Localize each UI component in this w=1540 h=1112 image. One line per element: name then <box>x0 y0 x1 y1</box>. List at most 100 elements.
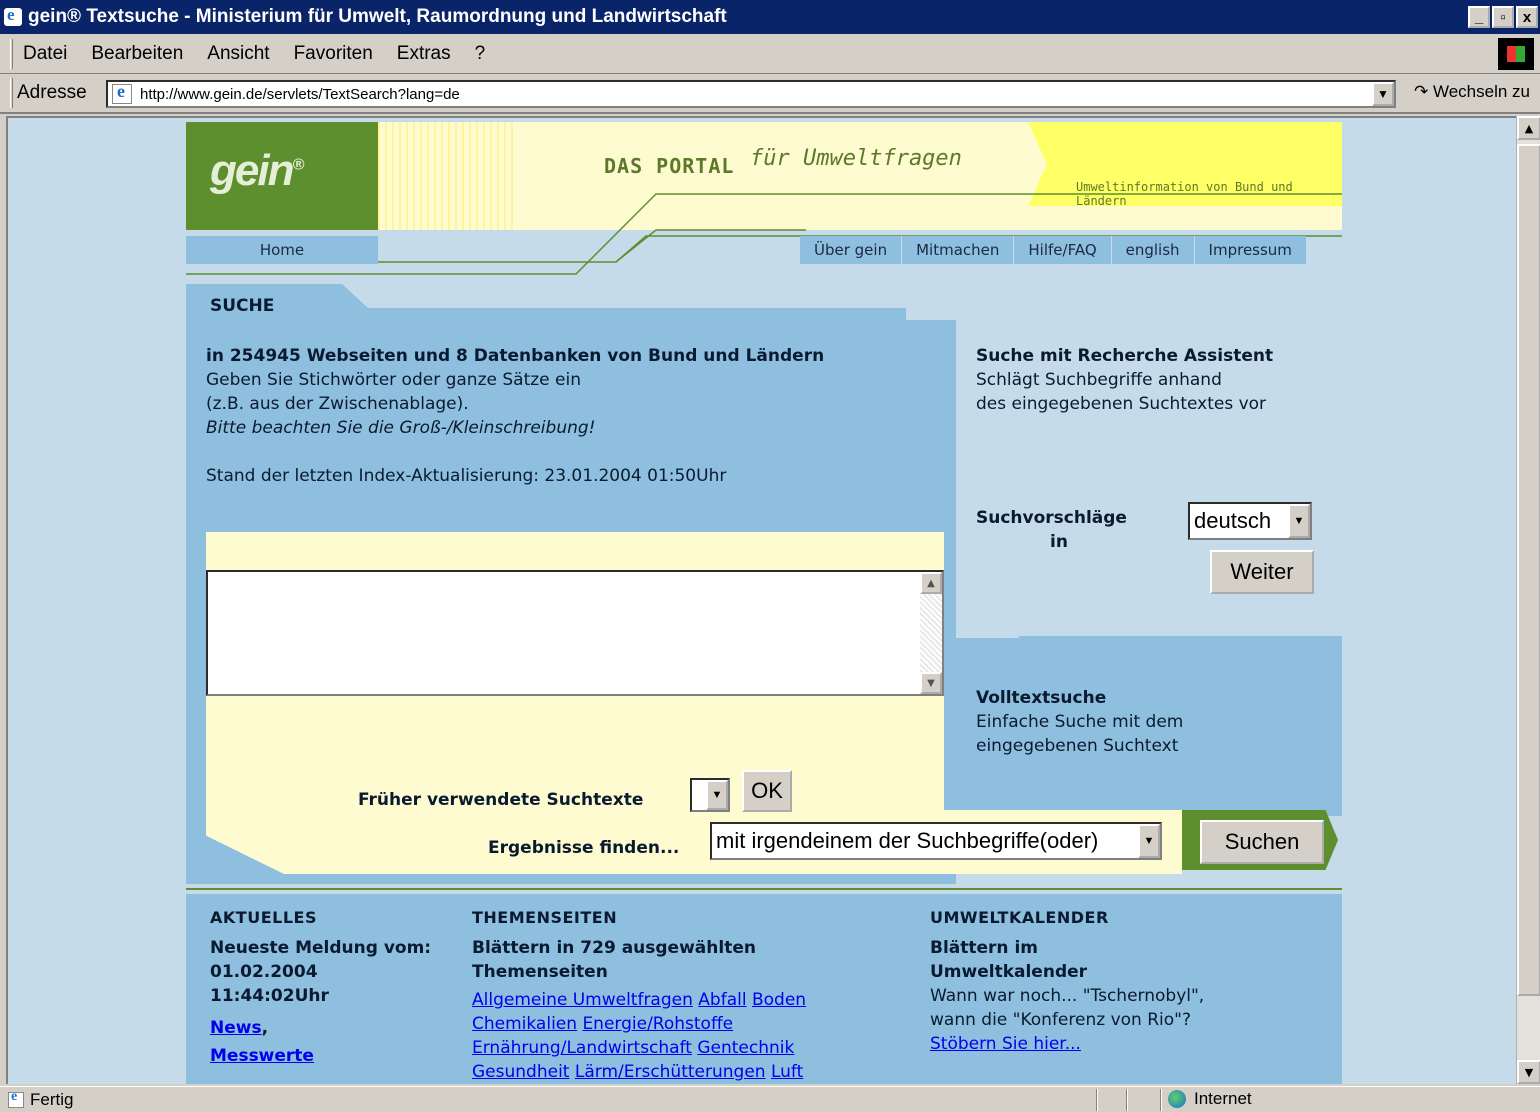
messwerte-link[interactable]: Messwerte <box>210 1046 314 1066</box>
nav-home[interactable]: Home <box>186 236 378 264</box>
scroll-up-icon[interactable]: ▲ <box>920 572 942 594</box>
nav-ueber-gein[interactable]: Über gein <box>800 236 903 264</box>
kalender-link-row: Stöbern Sie hier... <box>930 1032 1081 1056</box>
close-button[interactable]: x <box>1516 6 1538 28</box>
history-label: Früher verwendete Suchtexte <box>358 790 644 810</box>
nav-impressum[interactable]: Impressum <box>1195 236 1306 264</box>
scroll-down-icon[interactable]: ▼ <box>920 672 942 694</box>
toolbar-grip[interactable] <box>10 38 13 69</box>
search-note: Bitte beachten Sie die Groß-/Kleinschrei… <box>206 418 596 438</box>
go-label: Wechseln zu <box>1432 82 1530 101</box>
themen-line-1: Blättern in 729 ausgewählten <box>472 938 756 958</box>
kalender-link[interactable]: Stöbern Sie hier... <box>930 1034 1081 1054</box>
news-link-row: News, <box>210 1018 269 1038</box>
address-bar: Adresse http://www.gein.de/servlets/Text… <box>0 74 1540 114</box>
menu-ansicht[interactable]: Ansicht <box>207 43 269 65</box>
topic-link[interactable]: Allgemeine Umweltfragen <box>472 990 693 1010</box>
aktuelles-line-3: 11:44:02Uhr <box>210 986 329 1006</box>
topic-link[interactable]: Chemikalien <box>472 1014 577 1034</box>
header-info: Umweltinformation von Bund und Ländern <box>1076 180 1293 208</box>
topic-link[interactable]: Gentechnik <box>697 1038 794 1058</box>
messwerte-row: Messwerte <box>210 1044 314 1068</box>
search-headline: in 254945 Webseiten und 8 Datenbanken vo… <box>206 346 825 366</box>
kalender-line-3: Wann war noch... "Tschernobyl", <box>930 986 1205 1006</box>
topic-link[interactable]: Abfall <box>698 990 746 1010</box>
section-title: SUCHE <box>210 296 275 316</box>
kalender-line-2: Umweltkalender <box>930 962 1088 982</box>
lang-label: Suchvorschläge <box>976 508 1127 528</box>
kalender-line-4: wann die "Konferenz von Rio"? <box>930 1010 1191 1030</box>
results-mode-select[interactable]: mit irgendeinem der Suchbegriffe(oder) ▼ <box>710 822 1162 860</box>
windows-logo-icon <box>1498 38 1534 70</box>
nav-english[interactable]: english <box>1112 236 1195 264</box>
nav-mitmachen[interactable]: Mitmachen <box>902 236 1015 264</box>
menu-datei[interactable]: Datei <box>23 43 67 65</box>
status-bar: Fertig Internet <box>0 1086 1540 1112</box>
ok-button[interactable]: OK <box>742 770 792 812</box>
menu-bearbeiten[interactable]: Bearbeiten <box>91 43 183 65</box>
aktuelles-line-2: 01.02.2004 <box>210 962 318 982</box>
page-icon <box>8 1089 24 1108</box>
gein-logo[interactable]: gein® <box>186 122 378 230</box>
themen-links: Allgemeine Umweltfragen Abfall Boden Che… <box>472 988 872 1084</box>
scroll-down-icon[interactable]: ▼ <box>1517 1060 1540 1084</box>
globe-icon <box>1168 1090 1186 1108</box>
page-icon <box>112 81 132 104</box>
themen-line-2: Themenseiten <box>472 962 608 982</box>
security-zone: Internet <box>1168 1089 1252 1109</box>
language-select[interactable]: deutsch ▼ <box>1188 502 1312 540</box>
index-date: Stand der letzten Index-Aktualisierung: … <box>206 466 727 486</box>
gein-logo-text: gein® <box>210 146 304 195</box>
results-label: Ergebnisse finden... <box>488 838 680 858</box>
zone-label: Internet <box>1194 1089 1252 1108</box>
suche-tab <box>186 284 906 324</box>
address-input[interactable]: http://www.gein.de/servlets/TextSearch?l… <box>106 80 1396 108</box>
topic-link[interactable]: Ernährung/Landwirtschaft <box>472 1038 692 1058</box>
browser-viewport: gein® DAS PORTAL für Umweltfragen Umwelt… <box>6 116 1516 1084</box>
topic-link[interactable]: Luft <box>771 1062 803 1082</box>
history-select[interactable]: ▼ <box>690 778 730 812</box>
weiter-button[interactable]: Weiter <box>1210 550 1314 594</box>
topic-link[interactable]: Boden <box>752 990 806 1010</box>
search-hint-2: (z.B. aus der Zwischenablage). <box>206 394 469 414</box>
portal-label: DAS PORTAL <box>604 154 735 178</box>
news-link[interactable]: News <box>210 1018 262 1038</box>
toolbar-grip[interactable] <box>10 78 13 108</box>
menu-help[interactable]: ? <box>475 43 486 65</box>
nav-hilfe-faq[interactable]: Hilfe/FAQ <box>1014 236 1112 264</box>
menu-bar: Datei Bearbeiten Ansicht Favoriten Extra… <box>0 34 1540 74</box>
page-scrollbar[interactable]: ▲ ▼ <box>1516 116 1540 1084</box>
search-textarea[interactable]: ▲ ▼ <box>206 570 944 696</box>
lang-label-in: in <box>1050 532 1068 552</box>
page-content: gein® DAS PORTAL für Umweltfragen Umwelt… <box>186 122 1342 1084</box>
topic-link[interactable]: Energie/Rohstoffe <box>582 1014 733 1034</box>
status-divider <box>1160 1089 1162 1111</box>
window-title-bar: gein® Textsuche - Ministerium für Umwelt… <box>0 0 1540 34</box>
address-url: http://www.gein.de/servlets/TextSearch?l… <box>140 85 460 103</box>
topic-link[interactable]: Lärm/Erschütterungen <box>575 1062 766 1082</box>
textarea-scrollbar[interactable]: ▲ ▼ <box>920 572 942 694</box>
topic-link[interactable]: Gesundheit <box>472 1062 569 1082</box>
aktuelles-heading: AKTUELLES <box>210 908 317 927</box>
scroll-up-icon[interactable]: ▲ <box>1517 116 1540 140</box>
chevron-down-icon[interactable]: ▼ <box>1138 824 1160 858</box>
maximize-button[interactable]: ▫ <box>1492 6 1514 28</box>
scroll-thumb[interactable] <box>1517 144 1540 996</box>
fulltext-title: Volltextsuche <box>976 688 1107 708</box>
fulltext-desc-2: eingegebenen Suchtext <box>976 736 1179 756</box>
address-dropdown-button[interactable]: ▼ <box>1372 82 1394 106</box>
assistant-title: Suche mit Recherche Assistent <box>976 346 1274 366</box>
search-button[interactable]: Suchen <box>1200 820 1324 864</box>
chevron-down-icon[interactable]: ▼ <box>1288 504 1310 538</box>
assistant-desc-1: Schlägt Suchbegriffe anhand <box>976 370 1222 390</box>
go-button[interactable]: ↷ Wechseln zu <box>1414 82 1530 102</box>
menu-favoriten[interactable]: Favoriten <box>294 43 373 65</box>
menu-extras[interactable]: Extras <box>397 43 451 65</box>
chevron-down-icon[interactable]: ▼ <box>706 780 728 810</box>
nav-right: Über gein Mitmachen Hilfe/FAQ english Im… <box>800 236 1306 264</box>
minimize-button[interactable]: _ <box>1468 6 1490 28</box>
kalender-line-1: Blättern im <box>930 938 1038 958</box>
kalender-heading: UMWELTKALENDER <box>930 908 1109 927</box>
portal-tagline: für Umweltfragen <box>750 146 962 171</box>
address-label: Adresse <box>17 82 87 103</box>
